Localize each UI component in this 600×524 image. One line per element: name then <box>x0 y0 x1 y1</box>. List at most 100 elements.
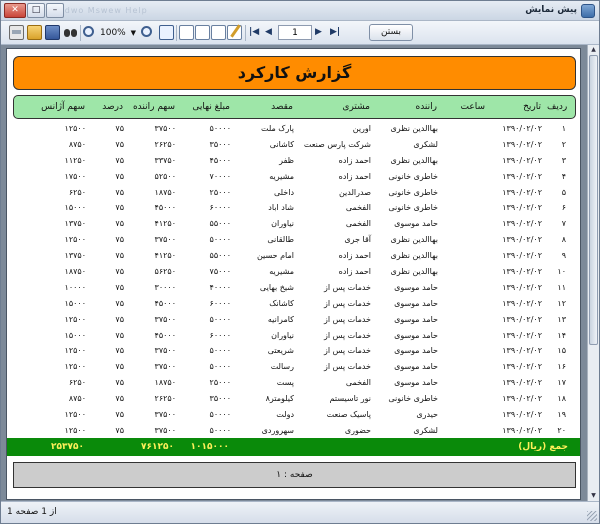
status-text: از 1 صفحه 1 <box>7 507 57 517</box>
single-page-icon[interactable] <box>179 25 194 40</box>
cell-destination: مشیریه <box>269 267 294 277</box>
report-viewport: گزارش کارکرد ردیف تاریخ ساعت راننده مشتر… <box>1 45 599 501</box>
cell-idx: ۷ <box>561 219 566 229</box>
cell-customer: شرکت پارس صنعت <box>303 139 371 149</box>
open-folder-icon[interactable] <box>27 25 42 40</box>
maximize-window-button[interactable]: □ <box>27 3 45 18</box>
cell-customer: احمد زاده <box>338 251 371 261</box>
table-row: ۲ ۱۳۹۰/۰۲/۰۲ لشکری شرکت پارس صنعت کاشانی ۳۵۰۰… <box>13 137 576 153</box>
cell-customer: آقا جری <box>344 235 371 245</box>
cell-driver-share: ۳۷۵۰۰ <box>154 410 176 420</box>
multi-pages-icon[interactable] <box>211 25 226 40</box>
cell-time <box>444 153 486 169</box>
save-icon[interactable] <box>45 25 60 40</box>
cell-time <box>444 216 486 232</box>
cell-driver: حامد موسوی <box>394 330 438 340</box>
table-row: ۹ ۱۳۹۰/۰۲/۰۲ بهاالدین نظری احمد زاده امام حس… <box>13 248 576 264</box>
cell-driver: حامد موسوی <box>394 362 438 372</box>
cell-driver-share: ۱۸۷۵۰ <box>154 378 176 388</box>
cell-destination: کاشانک <box>269 298 294 308</box>
zoom-out-icon[interactable] <box>141 26 152 37</box>
next-page-icon[interactable]: ▶ <box>315 26 322 39</box>
cell-amount: ۴۵۰۰۰ <box>209 155 231 165</box>
header-driver: راننده <box>415 102 437 112</box>
cell-agency-share: ۱۵۰۰۰ <box>64 298 86 308</box>
report-page: گزارش کارکرد ردیف تاریخ ساعت راننده مشتر… <box>6 48 581 500</box>
cell-time <box>444 121 486 137</box>
header-customer: مشتری <box>342 102 370 112</box>
cell-idx: ۱۱ <box>557 282 566 292</box>
cell-customer: حضوری <box>344 425 371 435</box>
cell-percent: ۷۵ <box>115 187 124 197</box>
chevron-down-icon: ▼ <box>130 29 136 37</box>
cell-time <box>444 185 486 201</box>
minimize-window-button[interactable]: – <box>46 3 64 18</box>
header-driver-share: سهم راننده <box>132 102 175 112</box>
cell-amount: ۳۵۰۰۰ <box>209 394 231 404</box>
cell-agency-share: ۱۳۷۵۰ <box>64 251 86 261</box>
cell-idx: ۸ <box>561 235 566 245</box>
table-row: ۵ ۱۳۹۰/۰۲/۰۲ خاطری خانونی صدرالدین داخلی ۲۵۰۰… <box>13 185 576 201</box>
scroll-down-icon[interactable]: ▼ <box>589 492 598 500</box>
cell-date: ۱۳۹۰/۰۲/۰۲ <box>502 251 542 261</box>
find-binoculars-icon[interactable] <box>63 25 78 40</box>
cell-agency-share: ۱۲۵۰۰ <box>64 314 86 324</box>
cell-time <box>444 280 486 296</box>
cell-driver-share: ۲۶۲۵۰ <box>154 394 176 404</box>
total-driver-share: ۷۶۱۲۵۰ <box>141 442 174 452</box>
cell-amount: ۲۵۰۰۰ <box>209 378 231 388</box>
cell-percent: ۷۵ <box>115 346 124 356</box>
cell-idx: ۱۲ <box>557 298 566 308</box>
cell-customer: خدمات پس از <box>324 346 371 356</box>
resize-grip-icon[interactable] <box>587 511 597 521</box>
vertical-scrollbar[interactable]: ▲ ▼ <box>587 45 599 501</box>
header-idx: ردیف <box>547 102 568 112</box>
page-number-input[interactable] <box>278 25 312 40</box>
close-window-button[interactable]: ✕ <box>4 3 26 18</box>
table-row: ۱۰ ۱۳۹۰/۰۲/۰۲ بهاالدین نظری احمد زاده مشیریه… <box>13 264 576 280</box>
cell-driver-share: ۳۷۵۰۰ <box>154 235 176 245</box>
cell-driver-share: ۳۰۰۰۰ <box>154 282 176 292</box>
cell-destination: سهروردی <box>261 425 294 435</box>
cell-driver-share: ۴۱۲۵۰ <box>154 219 176 229</box>
cell-driver: بهاالدین نظری <box>390 267 438 277</box>
cell-idx: ۱ <box>561 124 566 133</box>
cell-time <box>444 343 486 359</box>
cell-agency-share: ۱۸۷۵۰ <box>64 267 86 277</box>
cell-time <box>444 169 486 185</box>
zoom-in-icon[interactable] <box>83 26 94 37</box>
print-icon[interactable] <box>9 25 24 40</box>
cell-destination: نیاوران <box>271 330 294 340</box>
first-page-icon[interactable]: |◀ <box>249 26 259 39</box>
cell-customer: صدرالدین <box>338 187 371 197</box>
cell-destination: شاد اباد <box>268 203 294 213</box>
previous-page-icon[interactable]: ◀ <box>265 26 272 39</box>
table-row: ۱ ۱۳۹۰/۰۲/۰۲ بهاالدین نظری اورین پارک ملت ۵۰۰… <box>13 121 576 137</box>
scroll-up-icon[interactable]: ▲ <box>589 46 598 54</box>
cell-customer: احمد زاده <box>338 171 371 181</box>
cell-driver-share: ۳۷۵۰۰ <box>154 346 176 356</box>
cell-amount: ۵۰۰۰۰ <box>209 410 231 420</box>
zoom-fit-icon[interactable] <box>159 25 174 40</box>
cell-driver: بهاالدین نظری <box>390 155 438 165</box>
last-page-icon[interactable]: ▶| <box>330 26 340 39</box>
cell-date: ۱۳۹۰/۰۲/۰۲ <box>502 378 542 388</box>
header-time: ساعت <box>460 102 486 112</box>
zoom-select[interactable]: 100% ▼ <box>100 26 136 40</box>
close-button[interactable]: بستن <box>369 24 413 41</box>
cell-percent: ۷۵ <box>115 139 124 149</box>
cell-idx: ۱۸ <box>557 394 566 404</box>
cell-driver-share: ۳۷۵۰۰ <box>154 425 176 435</box>
cell-time <box>444 423 486 439</box>
scroll-thumb[interactable] <box>589 55 598 345</box>
table-row: ۱۷ ۱۳۹۰/۰۲/۰۲ حامد موسوی الفخمی پست ۲۵۰۰۰ ۱۸۷۵… <box>13 375 576 391</box>
cell-idx: ۱۳ <box>557 314 566 324</box>
cell-amount: ۵۰۰۰۰ <box>209 124 231 133</box>
two-pages-icon[interactable] <box>195 25 210 40</box>
cell-percent: ۷۵ <box>115 282 124 292</box>
cell-date: ۱۳۹۰/۰۲/۰۲ <box>502 235 542 245</box>
table-row: ۱۴ ۱۳۹۰/۰۲/۰۲ حامد موسوی خدمات پس از نیاوران… <box>13 328 576 344</box>
toolbar-separator <box>176 25 177 41</box>
edit-page-icon[interactable] <box>227 25 242 40</box>
app-icon <box>581 4 595 18</box>
